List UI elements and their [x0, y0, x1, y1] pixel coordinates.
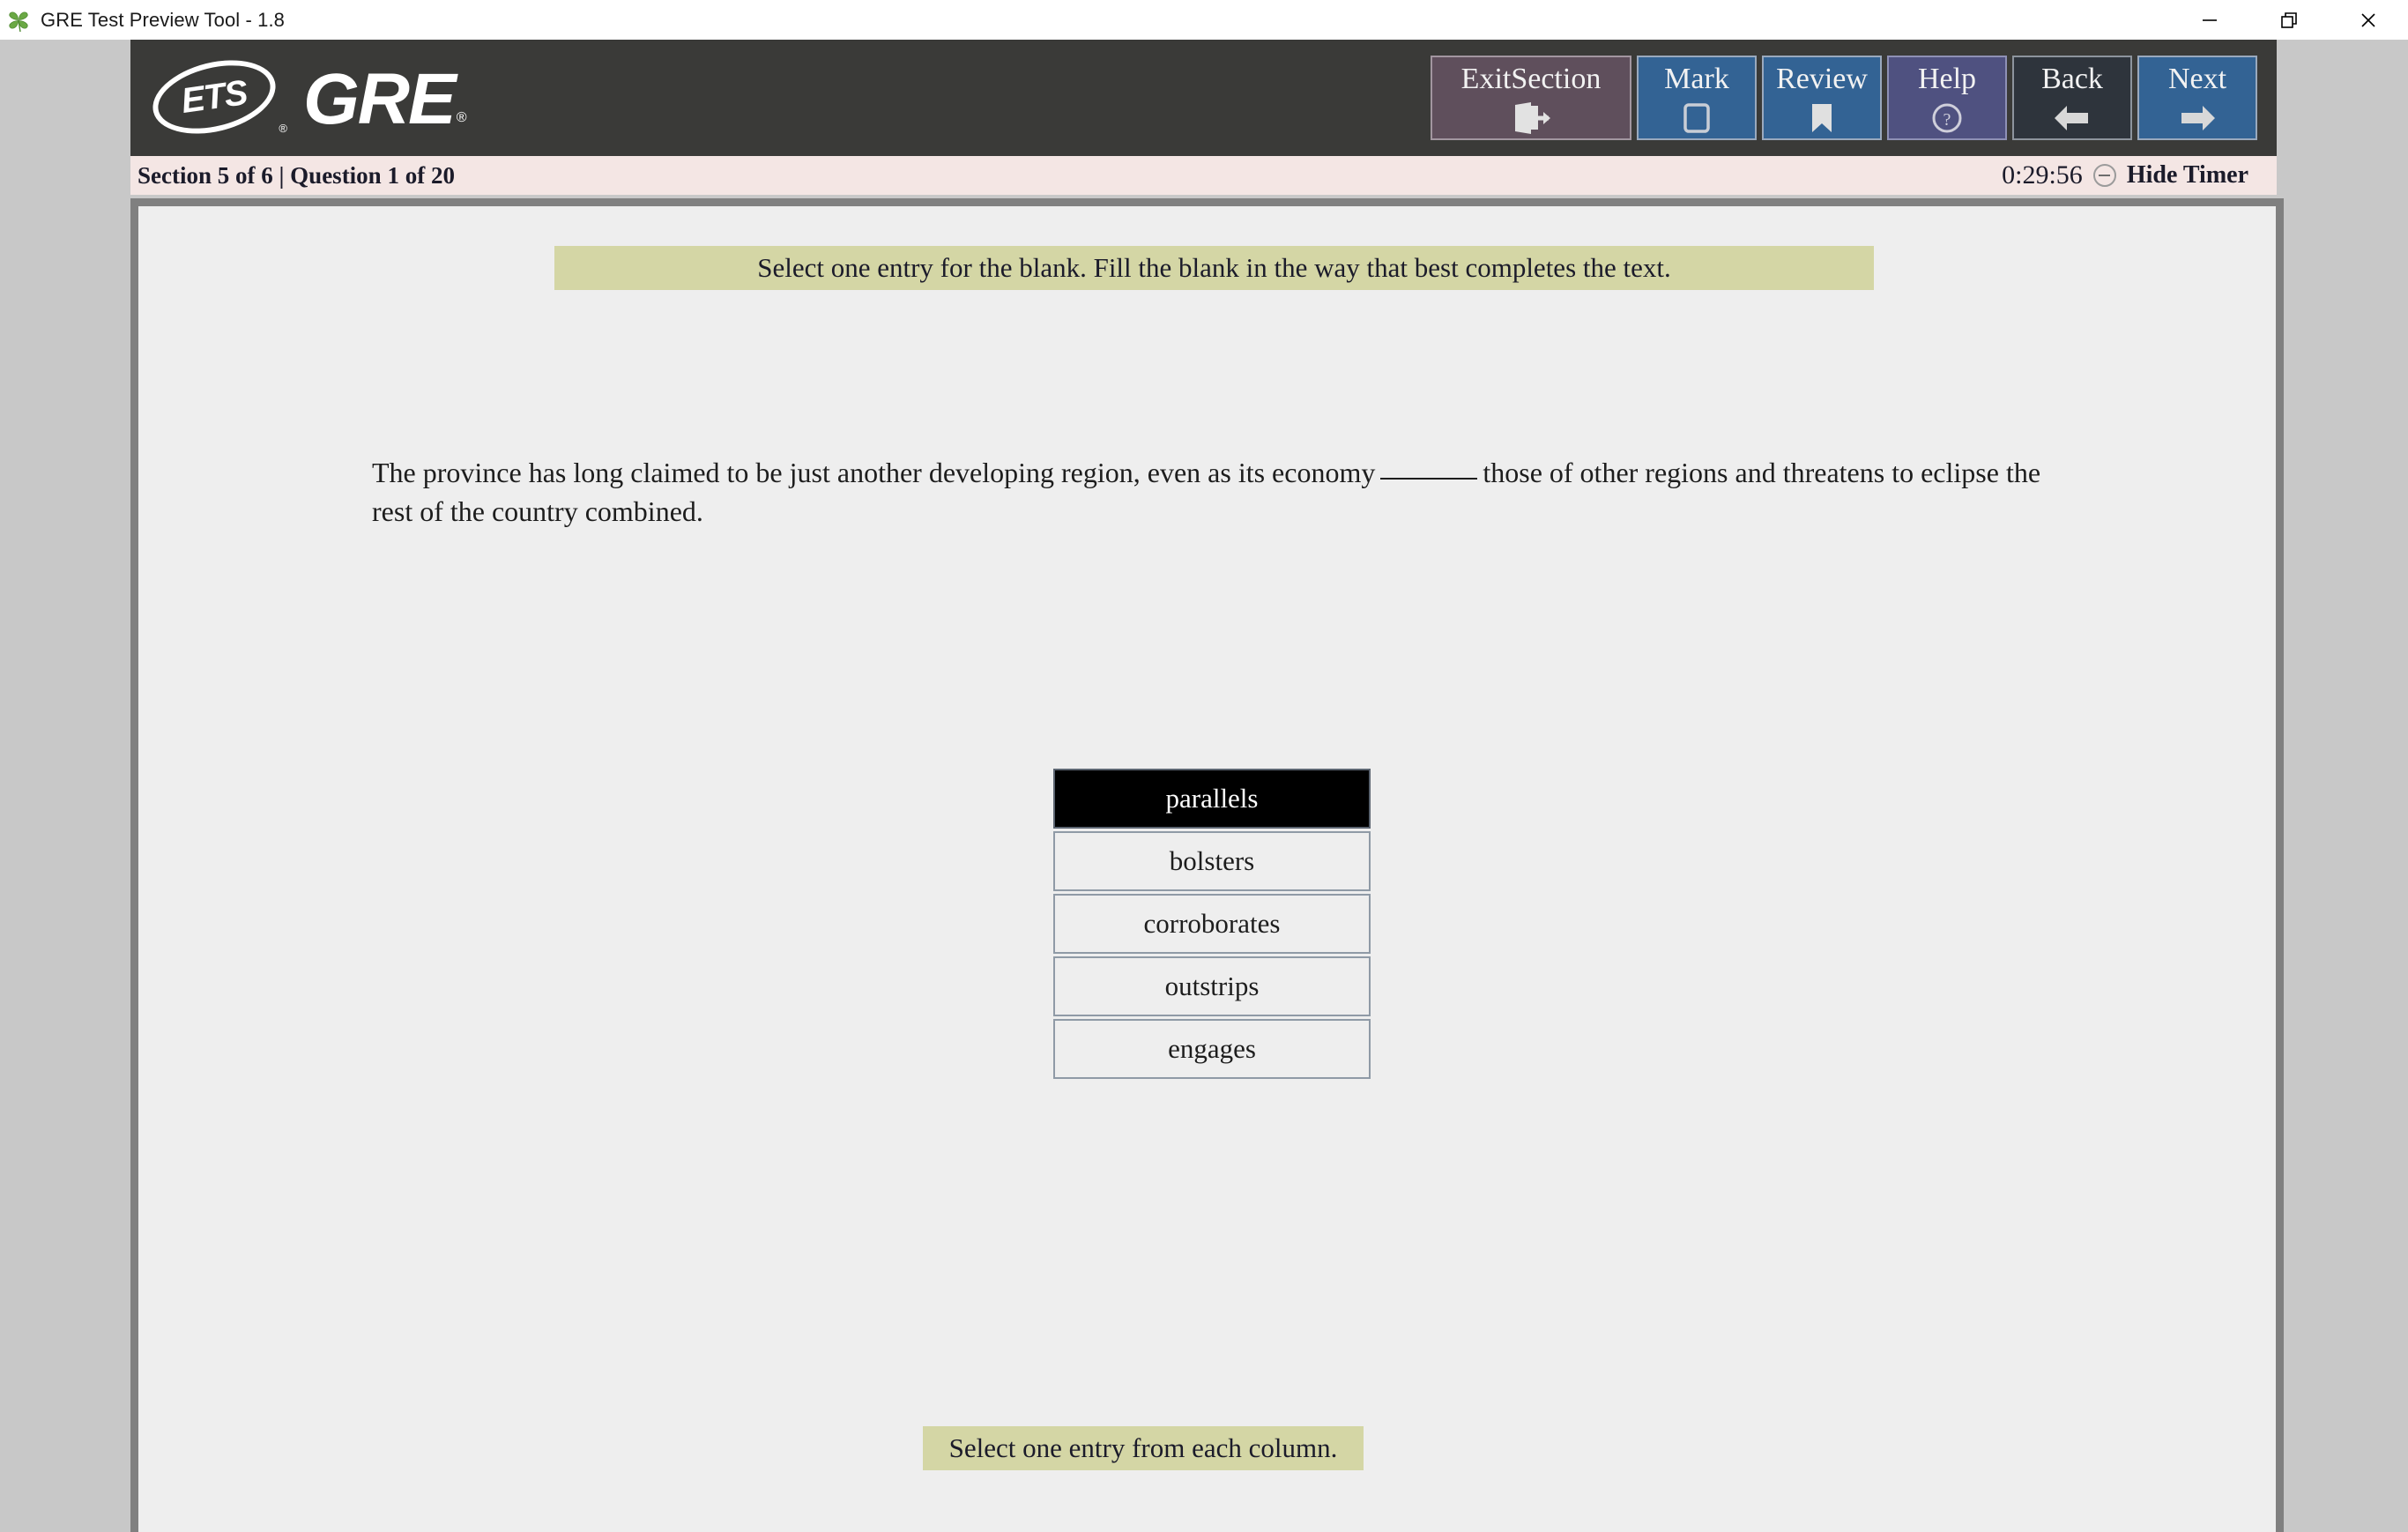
svg-text:?: ?	[1943, 110, 1951, 130]
instruction-text: Select one entry for the blank. Fill the…	[757, 252, 1671, 283]
gre-header-bar: ETS ® GRE ® ExitSection Mark Review Help…	[130, 40, 2277, 156]
hide-timer-button[interactable]: Hide Timer	[2127, 161, 2248, 190]
window-controls	[2170, 0, 2408, 40]
question-text-part-1: The province has long claimed to be just…	[372, 457, 1376, 488]
bottom-instruction-banner: Select one entry from each column.	[923, 1426, 1364, 1470]
gre-wordmark-text: GRE	[303, 59, 457, 139]
mark-button[interactable]: Mark	[1637, 56, 1757, 140]
ets-registered-mark: ®	[279, 122, 287, 135]
timer-group: 0:29:56 Hide Timer	[2002, 160, 2248, 190]
minimize-icon[interactable]	[2170, 0, 2249, 40]
close-icon[interactable]	[2329, 0, 2408, 40]
window-title-bar: GRE Test Preview Tool - 1.8	[0, 0, 2408, 40]
gre-wordmark: GRE ®	[303, 63, 467, 136]
arrow-left-icon	[2053, 100, 2092, 137]
back-button[interactable]: Back	[2012, 56, 2132, 140]
bookmark-icon	[1807, 100, 1837, 137]
answer-option[interactable]: corroborates	[1053, 894, 1371, 954]
window-title: GRE Test Preview Tool - 1.8	[41, 8, 286, 31]
exit-door-icon	[1512, 100, 1550, 137]
answer-option[interactable]: parallels	[1053, 769, 1371, 829]
answer-blank	[1380, 478, 1478, 480]
back-label: Back	[2041, 63, 2103, 95]
answer-options-list: parallels bolsters corroborates outstrip…	[1053, 769, 1371, 1079]
restore-icon[interactable]	[2249, 0, 2329, 40]
next-button[interactable]: Next	[2137, 56, 2257, 140]
section-status-bar: Section 5 of 6 | Question 1 of 20 0:29:5…	[130, 156, 2277, 195]
test-nav-buttons: ExitSection Mark Review Help ? Back Next	[1431, 56, 2257, 140]
question-circle-icon: ?	[1930, 100, 1964, 137]
bottom-instruction-text: Select one entry from each column.	[948, 1432, 1338, 1463]
gre-registered-mark: ®	[456, 110, 467, 125]
help-label: Help	[1917, 63, 1977, 95]
clover-icon	[4, 5, 33, 35]
review-label: Review	[1776, 63, 1868, 95]
mark-label: Mark	[1664, 63, 1729, 95]
answer-option[interactable]: bolsters	[1053, 831, 1371, 891]
question-passage: The province has long claimed to be just…	[372, 453, 2047, 531]
ets-logo-icon: ETS ®	[145, 48, 287, 146]
instruction-banner: Select one entry for the blank. Fill the…	[554, 246, 1874, 290]
minus-circle-icon[interactable]	[2092, 164, 2116, 187]
review-button[interactable]: Review	[1762, 56, 1882, 140]
timer-value: 0:29:56	[2002, 160, 2083, 190]
ets-gre-logo: ETS ® GRE ®	[145, 40, 467, 156]
section-question-label: Section 5 of 6 | Question 1 of 20	[137, 161, 455, 189]
square-outline-icon	[1681, 100, 1713, 137]
arrow-right-icon	[2178, 100, 2217, 137]
help-button[interactable]: Help ?	[1887, 56, 2007, 140]
answer-option[interactable]: engages	[1053, 1019, 1371, 1079]
answer-option[interactable]: outstrips	[1053, 956, 1371, 1016]
ets-logo-text: ETS	[178, 72, 250, 121]
question-content-panel: Select one entry for the blank. Fill the…	[130, 198, 2284, 1532]
next-label: Next	[2167, 63, 2227, 95]
app-frame: ETS ® GRE ® ExitSection Mark Review Help…	[0, 40, 2408, 1532]
exit-section-label: ExitSection	[1460, 63, 1602, 95]
exit-section-button[interactable]: ExitSection	[1431, 56, 1631, 140]
